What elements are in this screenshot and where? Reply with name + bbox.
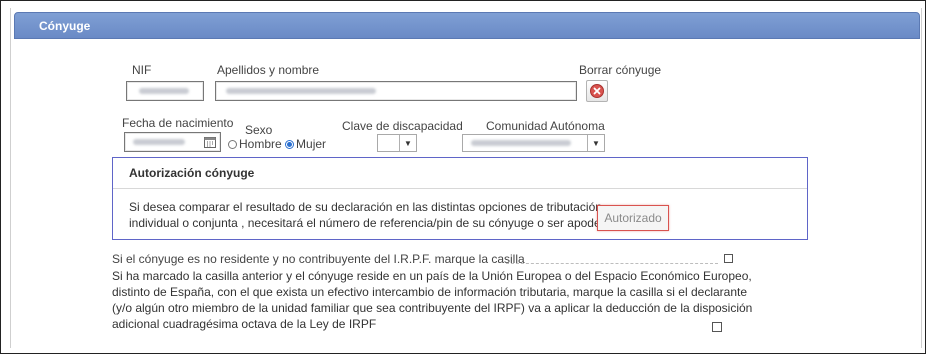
deduccion-text: Si ha marcado la casilla anterior y el c… [112,268,762,332]
deduccion-line-2: distinto de España, con el que exista un… [112,285,748,299]
sexo-label: Sexo [245,123,273,137]
hombre-label: Hombre [239,137,282,151]
clave-select[interactable]: ▼ [377,134,417,152]
mujer-label: Mujer [296,137,327,151]
no-residente-checkbox[interactable] [724,254,733,263]
apellidos-input[interactable] [215,81,577,101]
nif-value-redacted [139,88,189,94]
chevron-down-icon: ▼ [399,135,416,151]
apellidos-label: Apellidos y nombre [217,63,320,77]
comunidad-select[interactable]: ▼ [462,134,605,152]
deduccion-line-4: adicional cuadragésima octava de la Ley … [112,317,377,331]
no-residente-text: Si el cónyuge es no residente y no contr… [112,252,525,266]
sexo-radio-group: Hombre Mujer [228,137,326,151]
panel-title: Cónyuge [14,12,920,39]
deduccion-line-3: (y/o algún otro miembro de la unidad fam… [112,301,753,315]
clave-label: Clave de discapacidad [342,119,463,133]
autorizacion-line-1: Si desea comparar el resultado de su dec… [129,200,606,214]
autorizacion-box: Autorización cónyuge Si desea comparar e… [112,157,808,240]
nif-label: NIF [132,63,152,77]
chevron-down-icon: ▼ [587,135,604,151]
autorizacion-line-2: individual o conjunta , necesitará el nú… [129,216,625,230]
fecha-label: Fecha de nacimiento [122,116,234,130]
comunidad-value-redacted [471,140,571,146]
leader-dots [506,263,718,264]
nif-input[interactable] [126,81,204,101]
autorizacion-text: Si desea comparar el resultado de su dec… [129,199,625,231]
mujer-option[interactable]: Mujer [285,137,326,151]
hombre-radio[interactable] [228,140,237,149]
borrar-label: Borrar cónyuge [579,63,662,77]
fecha-input[interactable] [124,132,221,152]
mujer-radio[interactable] [285,140,295,149]
autorizacion-title: Autorización cónyuge [113,158,807,189]
hombre-option[interactable]: Hombre [228,137,282,151]
autorizado-button[interactable]: Autorizado [597,205,669,231]
deduccion-line-1: Si ha marcado la casilla anterior y el c… [112,269,752,283]
calendar-icon[interactable] [204,136,216,148]
fecha-value-redacted [133,139,185,145]
deduccion-checkbox[interactable] [712,322,722,332]
delete-spouse-button[interactable] [586,80,608,102]
delete-icon [590,84,604,98]
comunidad-label: Comunidad Autónoma [486,119,605,133]
apellidos-value-redacted [226,88,376,94]
